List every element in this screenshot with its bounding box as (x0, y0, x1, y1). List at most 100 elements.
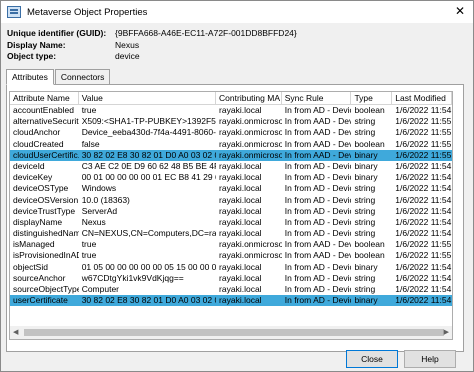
cell-type: string (354, 127, 376, 138)
table-row[interactable]: deviceOSType Windows rayaki.local In from A… (10, 183, 452, 194)
table-row[interactable]: cloudCreated false rayaki.onmicrosof...In … (10, 139, 452, 150)
column-header-type[interactable]: Type (351, 92, 393, 104)
close-window-icon[interactable]: ✕ (455, 5, 465, 17)
cell-type: binary (354, 172, 378, 183)
help-button[interactable]: Help (404, 350, 456, 368)
cell-attribute-name: distinguishedName (13, 228, 79, 239)
cell-attribute-name: deviceId (13, 160, 45, 171)
cell-sync-rule: In from AD - Devic... (284, 295, 352, 306)
cell-last-modified: 1/6/2022 11:54:56 (395, 272, 452, 283)
table-row[interactable]: cloudUserCertific... 30 82 02 E8 30 82 01… (10, 149, 452, 161)
cell-attribute-name: cloudCreated (13, 138, 64, 149)
cell-attribute-name: cloudUserCertific... (13, 149, 79, 160)
cell-value: ServerAd (81, 205, 118, 216)
object-info: Unique identifier (GUID): {9BFFA668-A46E-… (7, 28, 297, 63)
cell-sync-rule: In from AAD - Dev... (284, 239, 352, 250)
cell-value: 30 82 02 E8 30 82 01 D0 A0 03 02 01 ... (81, 295, 216, 306)
cell-type: string (354, 228, 376, 239)
cell-sync-rule: In from AD - Devic... (284, 205, 352, 216)
cell-sync-rule: In from AD - Devic... (284, 105, 352, 115)
table-row[interactable]: objectSid 01 05 00 00 00 00 00 05 15 00 0… (10, 262, 452, 273)
cell-type: string (354, 216, 376, 227)
cell-type: string (354, 284, 376, 294)
column-header-last-modified[interactable]: Last Modified (392, 92, 452, 104)
close-button[interactable]: Close (346, 350, 398, 368)
column-header-contributing-ma[interactable]: Contributing MA (216, 92, 282, 104)
scroll-right-icon[interactable]: ▶ (444, 328, 449, 336)
cell-sync-rule: In from AAD - Dev... (284, 138, 352, 149)
cell-last-modified: 1/6/2022 11:55:21 (395, 239, 452, 250)
scroll-left-icon[interactable]: ◀ (13, 328, 18, 336)
table-row[interactable]: cloudAnchor Device_eeba430d-7f4a-4491-806… (10, 127, 452, 138)
cell-last-modified: 1/6/2022 11:54:56 (395, 228, 452, 239)
cell-type: string (354, 116, 376, 127)
cell-attribute-name: deviceKey (13, 172, 53, 183)
table-row[interactable]: deviceTrustType ServerAd rayaki.local In fr… (10, 206, 452, 217)
cell-contributing-ma: rayaki.local (219, 261, 262, 272)
cell-last-modified: 1/6/2022 11:54:56 (395, 284, 452, 294)
cell-attribute-name: userCertificate (13, 295, 68, 306)
title-bar[interactable]: Metaverse Object Properties ✕ (1, 1, 473, 23)
attributes-grid[interactable]: Attribute Name Value Contributing MA Syn… (9, 91, 453, 327)
scrollbar-thumb[interactable] (24, 329, 444, 336)
cell-value: true (81, 105, 97, 115)
cell-value: 00 01 00 00 00 00 01 EC B8 41 29 6... (81, 172, 217, 183)
cell-last-modified: 1/6/2022 11:54:56 (395, 160, 452, 171)
cell-sync-rule: In from AD - Devic... (284, 194, 352, 205)
table-row[interactable]: alternativeSecurit... X509:<SHA1-TP-PUBKE… (10, 116, 452, 127)
cell-value: false (81, 138, 100, 149)
cell-type: string (354, 194, 376, 205)
table-row[interactable]: distinguishedName CN=NEXUS,CN=Computers,D… (10, 228, 452, 239)
horizontal-scrollbar[interactable]: ◀ ▶ (9, 326, 453, 340)
cell-value: Computer (81, 284, 120, 294)
column-header-sync-rule[interactable]: Sync Rule (282, 92, 352, 104)
cell-contributing-ma: rayaki.local (219, 205, 262, 216)
guid-label: Unique identifier (GUID): (7, 28, 107, 38)
cell-attribute-name: isProvisionedInAD (13, 250, 79, 261)
cell-attribute-name: accountEnabled (13, 105, 74, 115)
tab-attributes[interactable]: Attributes (6, 69, 54, 85)
cell-contributing-ma: rayaki.local (219, 284, 262, 294)
cell-value: true (81, 239, 97, 250)
table-row[interactable]: sourceObjectType Computer rayaki.local In f… (10, 284, 452, 295)
cell-type: boolean (354, 138, 385, 149)
cell-contributing-ma: rayaki.local (219, 272, 262, 283)
table-row[interactable]: displayName Nexus rayaki.local In from AD -… (10, 217, 452, 228)
cell-sync-rule: In from AAD - Dev... (284, 116, 352, 127)
table-row[interactable]: userCertificate 30 82 02 E8 30 82 01 D0 A… (10, 295, 452, 307)
column-header-value[interactable]: Value (79, 92, 217, 104)
table-row[interactable]: accountEnabled true rayaki.local In from AD… (10, 105, 452, 116)
cell-last-modified: 1/6/2022 11:54:56 (395, 194, 452, 205)
cell-type: boolean (354, 105, 385, 115)
cell-sync-rule: In from AAD - Dev... (284, 250, 352, 261)
table-row[interactable]: deviceKey 00 01 00 00 00 00 01 EC B8 41 2… (10, 172, 452, 183)
table-row[interactable]: deviceId C3 AE C2 0E D9 60 62 48 B5 BE 4F… (10, 161, 452, 172)
cell-last-modified: 1/6/2022 11:54:56 (395, 105, 452, 115)
tab-connectors[interactable]: Connectors (54, 69, 111, 85)
cell-value: X509:<SHA1-TP-PUBKEY>1392F5A4... (81, 116, 216, 127)
cell-value: Windows (81, 183, 117, 194)
cell-attribute-name: alternativeSecurit... (13, 116, 79, 127)
cell-contributing-ma: rayaki.local (219, 105, 262, 115)
cell-value: 01 05 00 00 00 00 00 05 15 00 00 0... (81, 261, 217, 272)
table-row[interactable]: deviceOSVersion 10.0 (18363) rayaki.local I… (10, 195, 452, 206)
cell-value: Device_eeba430d-7f4a-4491-8060-a... (81, 127, 217, 138)
cell-last-modified: 1/6/2022 11:54:56 (395, 295, 452, 306)
cell-sync-rule: In from AD - Devic... (284, 216, 352, 227)
cell-contributing-ma: rayaki.local (219, 228, 262, 239)
cell-contributing-ma: rayaki.onmicrosof... (219, 116, 282, 127)
cell-last-modified: 1/6/2022 11:54:56 (395, 216, 452, 227)
cell-type: string (354, 205, 376, 216)
cell-contributing-ma: rayaki.local (219, 183, 262, 194)
guid-value: {9BFFA668-A46E-EC11-A72F-001DD8BFFD24} (115, 28, 297, 38)
table-row[interactable]: isProvisionedInADtrue rayaki.onmicrosof..… (10, 250, 452, 261)
cell-type: binary (354, 160, 378, 171)
cell-attribute-name: isManaged (13, 239, 55, 250)
window-app-icon (7, 6, 21, 18)
cell-attribute-name: cloudAnchor (13, 127, 61, 138)
table-row[interactable]: sourceAnchor w67CDtgYki1vk9VdKjqg== rayaki… (10, 273, 452, 284)
column-header-attribute-name[interactable]: Attribute Name (10, 92, 79, 104)
cell-type: binary (354, 149, 378, 160)
cell-sync-rule: In from AD - Devic... (284, 160, 352, 171)
table-row[interactable]: isManaged true rayaki.onmicrosof...In from… (10, 239, 452, 250)
